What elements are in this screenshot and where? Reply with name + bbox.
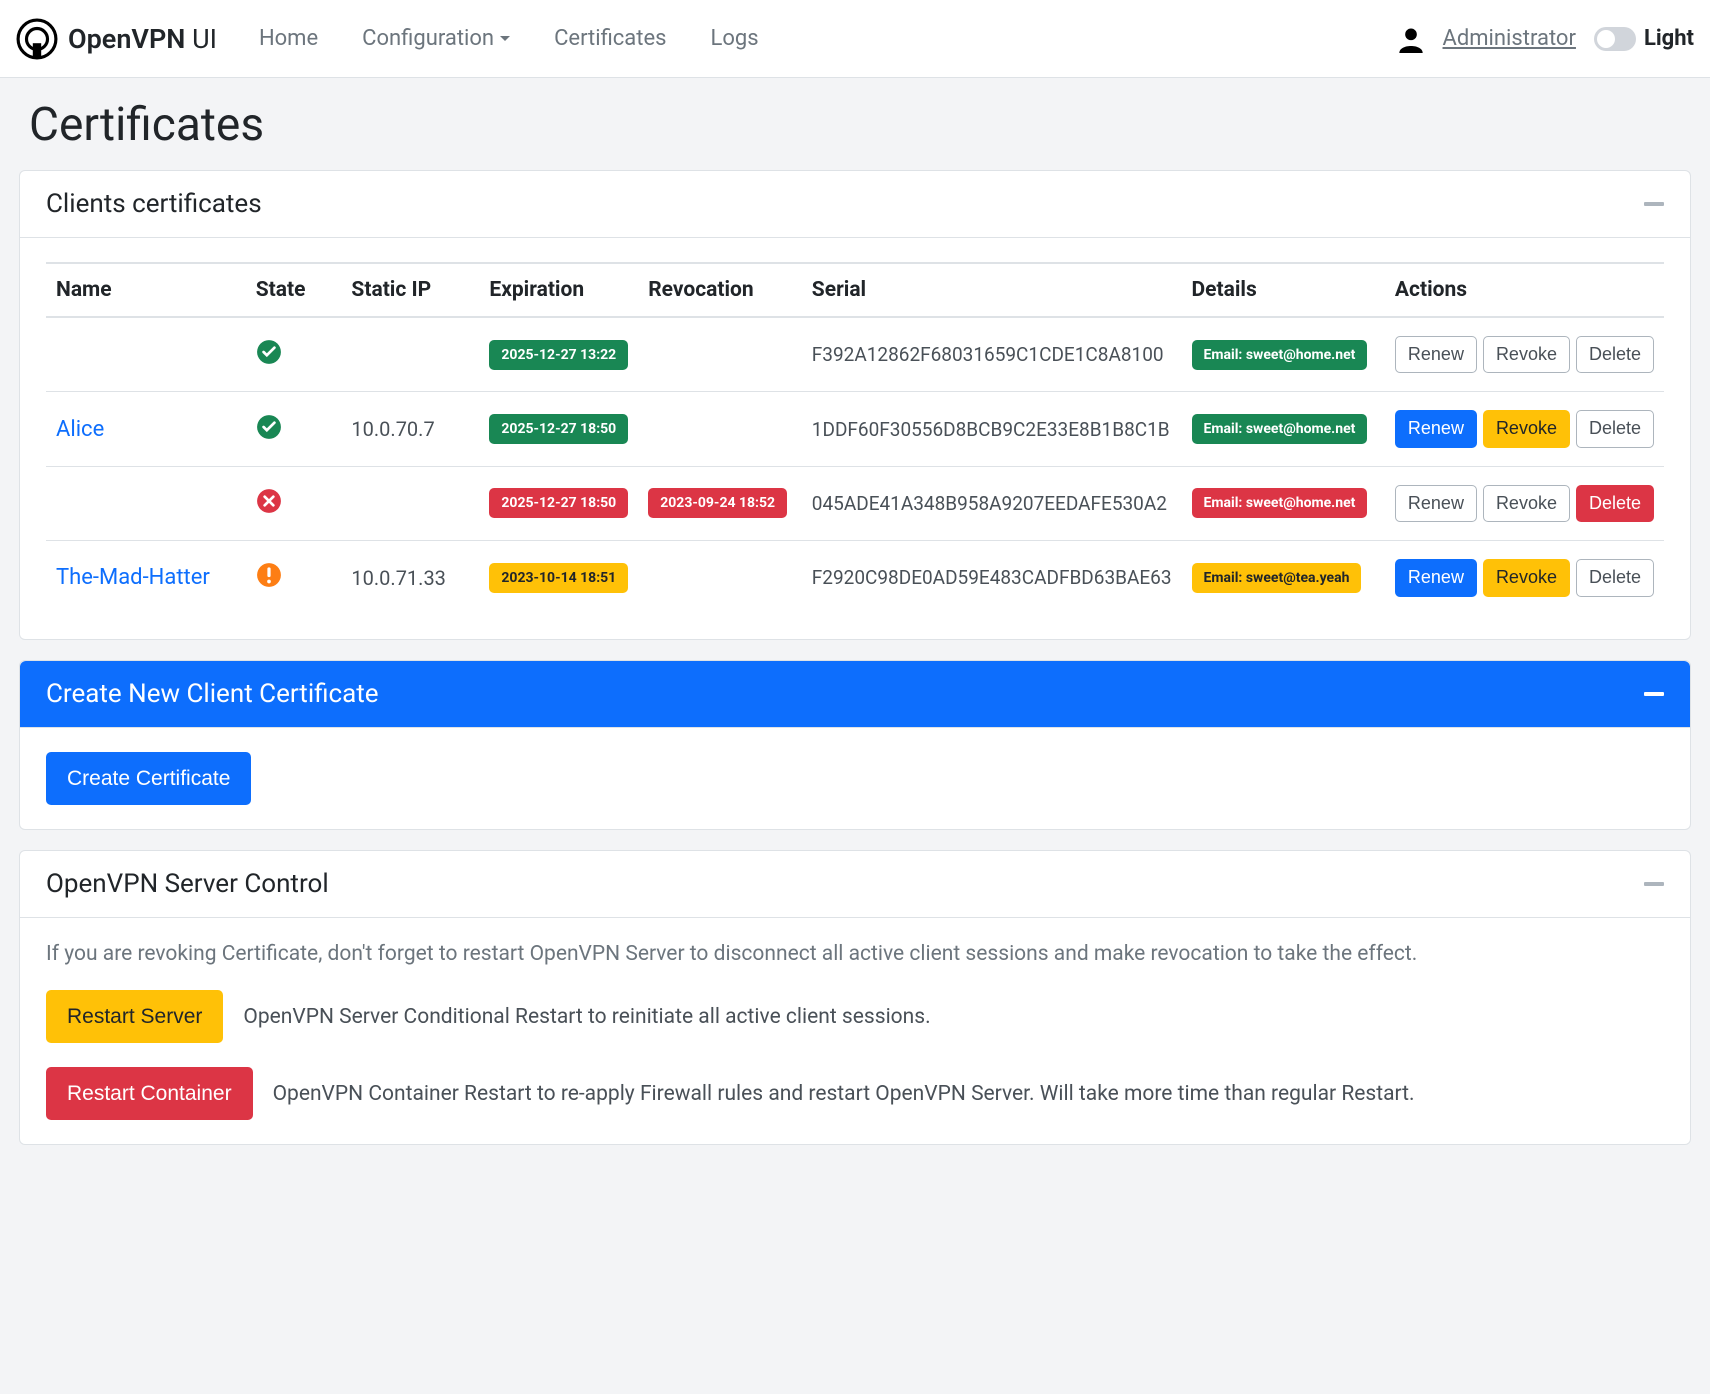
table-row: The-Mad-Hatter 10.0.71.33 2023-10-14 18:51…	[46, 541, 1664, 615]
state-expiring-icon	[256, 562, 282, 588]
renew-button[interactable]: Renew	[1395, 410, 1477, 447]
create-certificate-button[interactable]: Create Certificate	[46, 752, 251, 805]
th-expiration: Expiration	[479, 263, 638, 317]
delete-button[interactable]: Delete	[1576, 410, 1654, 447]
renew-button[interactable]: Renew	[1395, 559, 1477, 596]
collapse-icon[interactable]	[1644, 202, 1664, 206]
navbar: OpenVPN UI Home Configuration Certificat…	[0, 0, 1710, 78]
revocation-badge: 2023-09-24 18:52	[648, 488, 787, 518]
nav-certificates[interactable]: Certificates	[536, 16, 684, 61]
revoke-button[interactable]: Revoke	[1483, 559, 1570, 596]
state-valid-icon	[256, 339, 282, 365]
static-ip	[341, 317, 479, 392]
restart-container-button[interactable]: Restart Container	[46, 1067, 253, 1120]
revoke-button[interactable]: Revoke	[1483, 485, 1570, 522]
create-card-title: Create New Client Certificate	[46, 679, 379, 709]
page-title: Certificates	[19, 78, 1691, 170]
static-ip: 10.0.70.7	[341, 392, 479, 466]
server-control-header: OpenVPN Server Control	[20, 851, 1690, 918]
revoke-button[interactable]: Revoke	[1483, 336, 1570, 373]
restart-server-button[interactable]: Restart Server	[46, 990, 223, 1043]
state-valid-icon	[256, 414, 282, 440]
user-icon	[1397, 25, 1425, 53]
th-name: Name	[46, 263, 246, 317]
table-row: 2025-12-27 13:22 F392A12862F68031659C1CDE…	[46, 317, 1664, 392]
create-card: Create New Client Certificate Create Cer…	[19, 660, 1691, 830]
nav-home[interactable]: Home	[241, 16, 336, 61]
th-static-ip: Static IP	[341, 263, 479, 317]
server-control-intro: If you are revoking Certificate, don't f…	[46, 942, 1664, 966]
th-revocation: Revocation	[638, 263, 802, 317]
serial-value: F392A12862F68031659C1CDE1C8A8100	[802, 317, 1182, 392]
renew-button[interactable]: Renew	[1395, 336, 1477, 373]
th-details: Details	[1182, 263, 1385, 317]
clients-card-title: Clients certificates	[46, 189, 262, 219]
nav-right: Administrator Light	[1397, 25, 1695, 53]
collapse-icon[interactable]	[1644, 882, 1664, 886]
details-badge: Email: sweet@home.net	[1192, 340, 1368, 370]
cert-name-link[interactable]: The-Mad-Hatter	[56, 565, 210, 590]
clients-card-header: Clients certificates	[20, 171, 1690, 238]
clients-card: Clients certificates Name State Static I…	[19, 170, 1691, 640]
th-actions: Actions	[1385, 263, 1664, 317]
static-ip: 10.0.71.33	[341, 541, 479, 615]
details-badge: Email: sweet@tea.yeah	[1192, 563, 1362, 593]
nav-links: Home Configuration Certificates Logs	[241, 16, 1397, 61]
brand-name-light: UI	[185, 23, 217, 55]
collapse-icon[interactable]	[1644, 692, 1664, 696]
theme-label: Light	[1644, 26, 1694, 51]
delete-button[interactable]: Delete	[1576, 336, 1654, 373]
serial-value: F2920C98DE0AD59E483CADFBD63BAE63	[802, 541, 1182, 615]
user-name-link[interactable]: Administrator	[1443, 26, 1576, 51]
theme-switch[interactable]	[1594, 27, 1636, 51]
details-badge: Email: sweet@home.net	[1192, 488, 1368, 518]
server-control-title: OpenVPN Server Control	[46, 869, 329, 899]
th-serial: Serial	[802, 263, 1182, 317]
serial-value: 045ADE41A348B958A9207EEDAFE530A2	[802, 466, 1182, 540]
expiration-badge: 2025-12-27 13:22	[489, 340, 628, 370]
delete-button[interactable]: Delete	[1576, 559, 1654, 596]
renew-button[interactable]: Renew	[1395, 485, 1477, 522]
expiration-badge: 2023-10-14 18:51	[489, 563, 628, 593]
revoke-button[interactable]: Revoke	[1483, 410, 1570, 447]
table-row: Alice 10.0.70.7 2025-12-27 18:50 1DDF60F305…	[46, 392, 1664, 466]
create-card-header: Create New Client Certificate	[20, 661, 1690, 728]
th-state: State	[246, 263, 342, 317]
theme-toggle: Light	[1594, 26, 1694, 51]
restart-server-desc: OpenVPN Server Conditional Restart to re…	[243, 1005, 930, 1029]
serial-value: 1DDF60F30556D8BCB9C2E33E8B1B8C1B	[802, 392, 1182, 466]
brand-name-bold: OpenVPN	[68, 23, 185, 55]
restart-container-desc: OpenVPN Container Restart to re-apply Fi…	[273, 1082, 1415, 1106]
server-control-card: OpenVPN Server Control If you are revoki…	[19, 850, 1691, 1146]
expiration-badge: 2025-12-27 18:50	[489, 414, 628, 444]
nav-configuration[interactable]: Configuration	[344, 16, 528, 61]
static-ip	[341, 466, 479, 540]
details-badge: Email: sweet@home.net	[1192, 414, 1368, 444]
state-revoked-icon	[256, 488, 282, 514]
openvpn-logo-icon	[16, 18, 58, 60]
certificates-table: Name State Static IP Expiration Revocati…	[46, 262, 1664, 615]
nav-logs[interactable]: Logs	[693, 16, 777, 61]
cert-name-link[interactable]: Alice	[56, 417, 104, 442]
brand-link[interactable]: OpenVPN UI	[16, 18, 217, 60]
delete-button[interactable]: Delete	[1576, 485, 1654, 522]
expiration-badge: 2025-12-27 18:50	[489, 488, 628, 518]
table-row: 2025-12-27 18:50 2023-09-24 18:52 045ADE41…	[46, 466, 1664, 540]
